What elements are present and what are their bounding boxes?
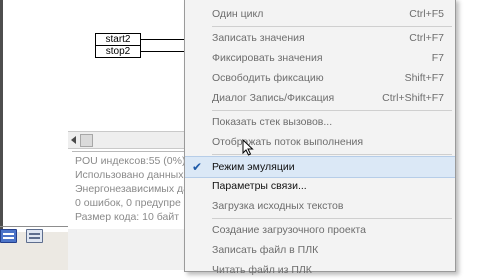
menu-item-display-flow-control[interactable]: Отображать поток выполнения [185, 132, 455, 152]
menu-item-sourcecode-download[interactable]: Загрузка исходных текстов [185, 196, 455, 216]
menu-item-write-file-to-plc[interactable]: Записать файл в ПЛК [185, 240, 455, 260]
scroll-thumb[interactable] [80, 134, 93, 147]
menu-item-release-force[interactable]: Освободить фиксацию Shift+F7 [185, 68, 455, 88]
menu-separator [212, 218, 452, 219]
message-line: Размер кода: 10 байт [75, 211, 180, 223]
menu-item-create-boot-project[interactable]: Создание загрузочного проекта [185, 220, 455, 240]
project-tree-panel [0, 0, 69, 270]
menu-separator [212, 26, 452, 27]
scroll-left-icon[interactable] [71, 136, 76, 144]
input-variable-stop[interactable]: stop2 [95, 45, 141, 58]
message-line: 0 ошибок, 0 предупре [75, 197, 181, 209]
check-icon: ✔ [192, 160, 203, 174]
right-window-edge [454, 0, 480, 270]
menu-item-read-file-from-plc[interactable]: Читать файл из ПЛК [185, 260, 455, 280]
divider [0, 226, 68, 227]
message-line: Энергонезависимых да [75, 183, 189, 195]
menu-item-force-values[interactable]: Фиксировать значения F7 [185, 48, 455, 68]
menu-item-simulation-mode[interactable]: ✔ Режим эмуляции [185, 156, 455, 178]
mouse-cursor-icon [242, 138, 254, 161]
menu-item-write-values[interactable]: Записать значения Ctrl+F7 [185, 28, 455, 48]
menu-item-show-call-stack[interactable]: Показать стек вызовов... [185, 112, 455, 132]
message-line: Использовано данных: [75, 169, 187, 181]
horizontal-scrollbar[interactable] [68, 131, 200, 149]
menu-item-communication-parameters[interactable]: Параметры связи... [185, 176, 455, 196]
menu-separator [212, 110, 452, 111]
menu-item-single-cycle[interactable]: Один цикл Ctrl+F5 [185, 4, 455, 24]
menu-item-write-force-dialog[interactable]: Диалог Запись/Фиксация Ctrl+Shift+F7 [185, 88, 455, 108]
datatypes-tab-icon[interactable] [26, 229, 43, 243]
online-dropdown-menu: Один цикл Ctrl+F5 Записать значения Ctrl… [184, 0, 456, 276]
pou-tab-icon[interactable] [0, 229, 17, 243]
message-line: POU индексов:55 (0%) [75, 155, 186, 167]
